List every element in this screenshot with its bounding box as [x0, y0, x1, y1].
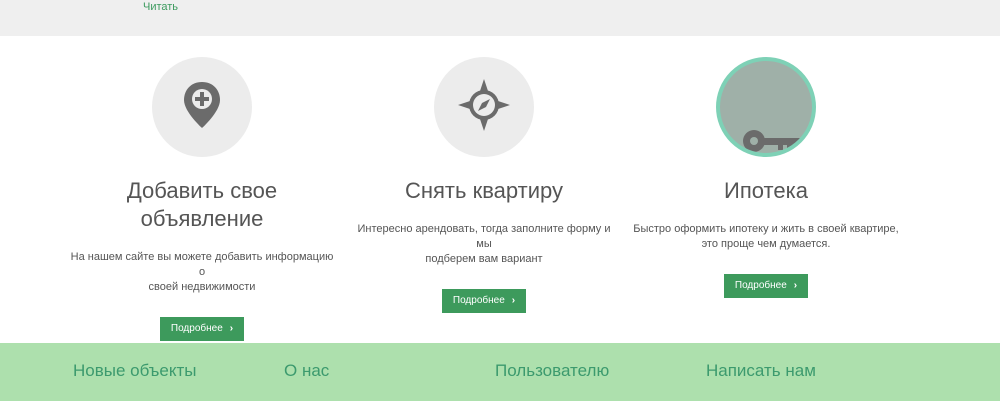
- feature-title: Снять квартиру: [404, 178, 563, 203]
- chevron-right-icon: ›: [793, 280, 798, 291]
- feature-mortgage: Ипотека Быстро оформить ипотеку и жить в…: [625, 57, 907, 298]
- footer-link-about[interactable]: О нас: [284, 361, 329, 381]
- feature-description: На нашем сайте вы можете добавить информ…: [70, 251, 334, 293]
- more-button[interactable]: Подробнее ›: [723, 274, 809, 298]
- compass-icon: [456, 77, 512, 138]
- map-pin-plus-icon: [182, 80, 222, 135]
- footer: Новые объекты О нас Пользователю Написат…: [0, 343, 1000, 401]
- read-link[interactable]: Читать: [143, 1, 178, 13]
- chevron-right-icon: ›: [511, 295, 516, 306]
- feature-description: Быстро оформить ипотеку и жить в своей к…: [633, 223, 899, 250]
- key-icon: [742, 129, 802, 153]
- feature-description: Интересно арендовать, тогда заполните фо…: [357, 223, 611, 265]
- footer-link-contact[interactable]: Написать нам: [706, 361, 816, 381]
- feature-rent-apartment: Снять квартиру Интересно арендовать, тог…: [343, 57, 625, 313]
- more-button[interactable]: Подробнее ›: [159, 317, 245, 341]
- icon-circle: [152, 57, 252, 157]
- feature-title: Добавить свое объявление: [126, 178, 278, 231]
- footer-link-users[interactable]: Пользователю: [495, 361, 609, 381]
- more-button[interactable]: Подробнее ›: [441, 289, 527, 313]
- chevron-right-icon: ›: [229, 323, 234, 334]
- feature-title: Ипотека: [724, 178, 808, 203]
- feature-add-listing: Добавить свое объявление На нашем сайте …: [61, 57, 343, 341]
- icon-circle: [434, 57, 534, 157]
- icon-circle: [716, 57, 816, 157]
- top-strip: Читать: [0, 0, 1000, 36]
- footer-link-new-objects[interactable]: Новые объекты: [73, 361, 197, 381]
